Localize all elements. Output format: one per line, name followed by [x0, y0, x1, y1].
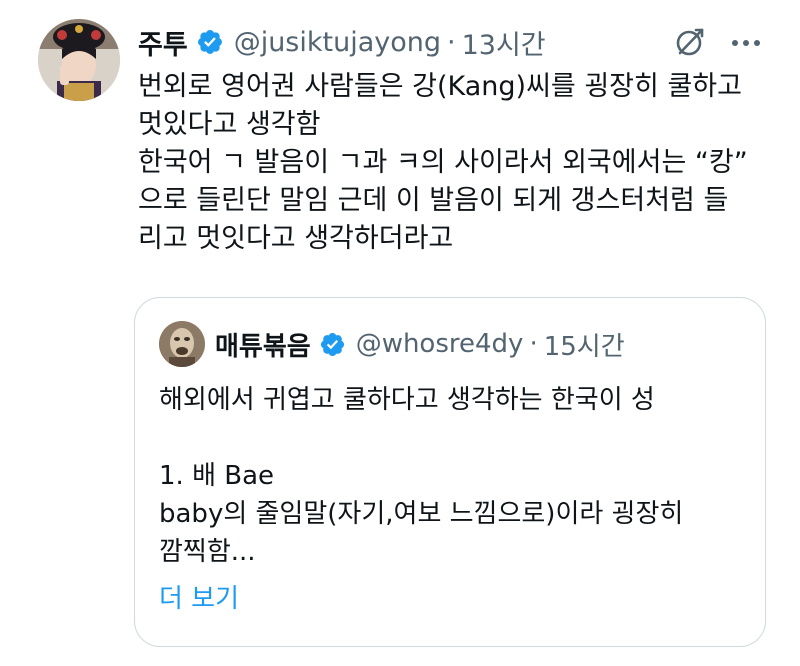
- tweet-timestamp[interactable]: 13시간: [462, 23, 546, 62]
- quoted-text-blank-line: [159, 419, 749, 457]
- grok-icon[interactable]: [672, 24, 708, 60]
- quoted-author-handle[interactable]: @whosre4dy: [356, 329, 524, 359]
- quoted-text-line: 깜찍함...: [159, 537, 256, 567]
- author-avatar-image: [38, 19, 120, 101]
- quoted-tweet-text: 해외에서 귀엽고 쿨하다고 생각하는 한국이 성 1. 배 Bae baby의 …: [159, 381, 749, 571]
- tweet-header: 주투 @jusiktujayong · 13시간: [138, 22, 546, 62]
- separator-dot: ·: [447, 26, 456, 58]
- verified-badge-icon[interactable]: [196, 28, 224, 56]
- author-avatar[interactable]: [38, 19, 120, 101]
- quoted-tweet-header: 매튜볶음 @whosre4dy · 15시간: [215, 324, 625, 364]
- tweet-text: 번외로 영어권 사람들은 강(Kang)씨를 굉장히 쿨하고 멋있다고 생각함 …: [138, 68, 778, 258]
- show-more-link[interactable]: 더 보기: [159, 580, 239, 618]
- verified-badge-icon[interactable]: [319, 331, 346, 358]
- quoted-tweet-card[interactable]: 매튜볶음 @whosre4dy · 15시간 해외에서 귀엽고 쿨하다고 생각하…: [134, 297, 766, 647]
- quoted-text-line: baby의 줄임말(자기,여보 느낌으로)이라 굉장히: [159, 499, 684, 529]
- quoted-text-line: 해외에서 귀엽고 쿨하다고 생각하는 한국이 성: [159, 385, 655, 415]
- tweet-text-line: 리고 멋잇다고 생각하더라고: [138, 223, 454, 254]
- more-options-icon[interactable]: [728, 26, 764, 58]
- tweet-text-line: 멋있다고 생각함: [138, 109, 321, 140]
- quoted-tweet-timestamp[interactable]: 15시간: [544, 326, 625, 363]
- author-name[interactable]: 주투: [138, 23, 188, 62]
- quoted-author-name[interactable]: 매튜볶음: [215, 326, 311, 363]
- quoted-author-avatar[interactable]: [159, 321, 205, 367]
- quoted-author-avatar-image: [159, 321, 205, 367]
- tweet-text-line: 한국어 ㄱ 발음이 ㄱ과 ㅋ의 사이라서 외국에서는 “캉”: [138, 147, 748, 178]
- author-handle[interactable]: @jusiktujayong: [234, 27, 441, 58]
- separator-dot: ·: [529, 329, 538, 359]
- tweet-text-line: 번외로 영어권 사람들은 강(Kang)씨를 굉장히 쿨하고: [138, 71, 742, 102]
- quoted-text-line: 1. 배 Bae: [159, 461, 275, 491]
- tweet-text-line: 으로 들린단 말임 근데 이 발음이 되게 갱스터처럼 들: [138, 185, 729, 216]
